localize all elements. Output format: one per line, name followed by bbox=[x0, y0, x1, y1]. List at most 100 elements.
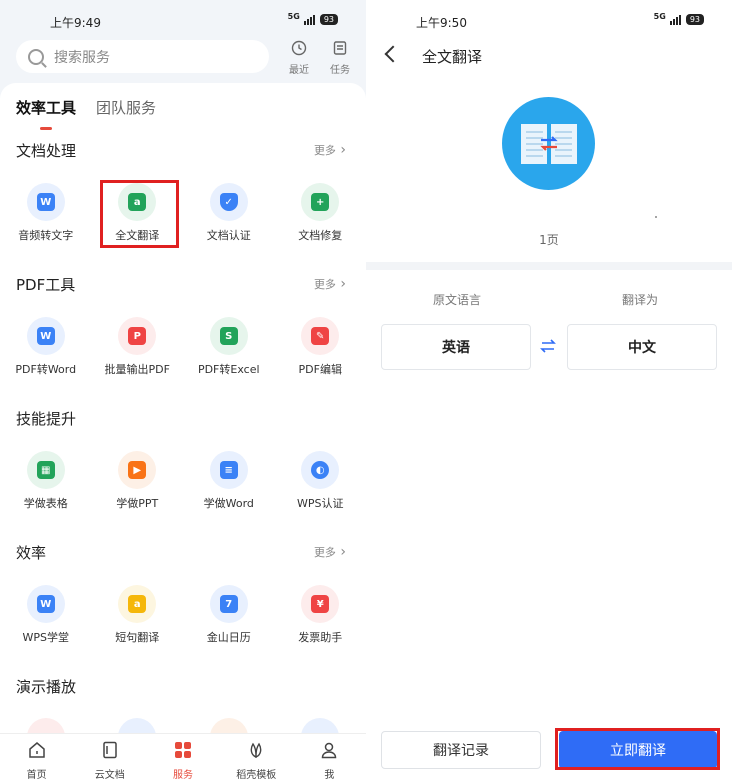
status-indicators: 5G 93 bbox=[288, 12, 338, 25]
section-grid-doc: W 音频转文字 a 全文翻译 ✓ 文档认证 + 文档修复 bbox=[0, 183, 366, 243]
signal-icon bbox=[669, 14, 681, 25]
partial-item[interactable] bbox=[183, 718, 275, 733]
partial-blue-icon bbox=[301, 718, 340, 733]
pdf-edit-icon: ✎ bbox=[301, 317, 340, 355]
service-pdf-edit[interactable]: ✎ PDF编辑 bbox=[275, 317, 367, 377]
tasks-label: 任务 bbox=[330, 65, 350, 76]
search-input[interactable]: 搜索服务 bbox=[16, 40, 269, 73]
service-label: 文档修复 bbox=[298, 229, 343, 242]
short-translate-icon: a bbox=[118, 585, 157, 623]
swap-languages-icon[interactable] bbox=[539, 338, 557, 354]
service-doc-certify[interactable]: ✓ 文档认证 bbox=[183, 183, 275, 243]
partial-item[interactable] bbox=[0, 718, 92, 733]
service-batch-pdf[interactable]: P 批量输出PDF bbox=[92, 317, 184, 377]
back-button[interactable] bbox=[384, 44, 396, 64]
services-card: 效率工具 团队服务 文档处理 更多 W 音频转文字 a 全文翻译 ✓ 文档认证 … bbox=[0, 83, 366, 733]
service-invoice[interactable]: ¥ 发票助手 bbox=[275, 585, 367, 645]
target-language-label: 翻译为 bbox=[622, 293, 659, 307]
partial-blue-icon bbox=[118, 718, 157, 733]
audio-to-text-icon: W bbox=[26, 183, 65, 221]
search-icon bbox=[28, 48, 44, 65]
service-learn-word[interactable]: ≡ 学做Word bbox=[183, 451, 275, 511]
service-audio-to-text[interactable]: W 音频转文字 bbox=[0, 183, 92, 243]
decorative-dot bbox=[655, 216, 657, 218]
tasks-button[interactable]: 任务 bbox=[323, 40, 357, 76]
section-grid-pdf: W PDF转Word P 批量输出PDF S PDF转Excel ✎ PDF编辑 bbox=[0, 317, 366, 377]
status-time: 上午9:50 bbox=[416, 16, 467, 30]
service-learn-sheet[interactable]: ▦ 学做表格 bbox=[0, 451, 92, 511]
service-short-translate[interactable]: a 短句翻译 bbox=[92, 585, 184, 645]
nav-services[interactable]: 服务 bbox=[146, 734, 219, 784]
section-title-skills: 技能提升 bbox=[16, 410, 77, 428]
services-icon bbox=[175, 742, 191, 758]
more-link-efficiency[interactable]: 更多 bbox=[314, 544, 346, 560]
status-bar: 上午9:49 5G 93 bbox=[0, 0, 366, 36]
service-label: PDF编辑 bbox=[298, 363, 342, 376]
more-link-pdf[interactable]: 更多 bbox=[314, 276, 346, 292]
service-label: 学做表格 bbox=[23, 497, 68, 510]
nav-cloud-doc[interactable]: 云文档 bbox=[73, 734, 146, 784]
doc-certify-icon: ✓ bbox=[209, 183, 248, 221]
nav-label: 服务 bbox=[173, 770, 193, 781]
learn-ppt-icon: ▶ bbox=[118, 451, 157, 489]
network-label: 5G bbox=[653, 12, 666, 21]
highlight-translate-now bbox=[555, 728, 720, 770]
service-label: 学做PPT bbox=[116, 497, 159, 510]
profile-icon bbox=[322, 742, 337, 759]
tab-efficiency-tools[interactable]: 效率工具 bbox=[16, 97, 76, 130]
doc-repair-icon: + bbox=[301, 183, 340, 221]
cloud-doc-icon bbox=[103, 741, 117, 759]
nav-templates[interactable]: 稻壳模板 bbox=[220, 734, 293, 784]
tab-team-services[interactable]: 团队服务 bbox=[96, 97, 156, 118]
service-label: WPS认证 bbox=[297, 497, 344, 510]
section-title-pdf: PDF工具 bbox=[16, 276, 76, 294]
learn-sheet-icon: ▦ bbox=[26, 451, 65, 489]
clock-icon bbox=[291, 40, 307, 56]
bottom-nav: 首页 云文档 服务 稻壳模板 我 bbox=[0, 733, 366, 784]
section-grid-skills: ▦ 学做表格 ▶ 学做PPT ≡ 学做Word ◐ WPS认证 bbox=[0, 451, 366, 511]
recent-button[interactable]: 最近 bbox=[282, 40, 316, 76]
service-label: 金山日历 bbox=[206, 631, 251, 644]
status-bar: 上午9:50 5G 93 bbox=[366, 0, 732, 36]
service-learn-ppt[interactable]: ▶ 学做PPT bbox=[92, 451, 184, 511]
book-translate-icon bbox=[520, 123, 577, 164]
service-wps-school[interactable]: W WPS学堂 bbox=[0, 585, 92, 645]
battery-icon: 93 bbox=[319, 14, 338, 25]
page-title: 全文翻译 bbox=[422, 48, 483, 66]
template-icon bbox=[250, 742, 262, 759]
target-language-select[interactable]: 中文 bbox=[567, 324, 717, 370]
home-icon bbox=[28, 742, 45, 758]
learn-word-icon: ≡ bbox=[209, 451, 248, 489]
service-doc-repair[interactable]: + 文档修复 bbox=[275, 183, 367, 243]
service-wps-cert[interactable]: ◐ WPS认证 bbox=[275, 451, 367, 511]
service-pdf-to-excel[interactable]: S PDF转Excel bbox=[183, 317, 275, 377]
section-title-efficiency: 效率 bbox=[16, 544, 47, 562]
translation-history-button[interactable]: 翻译记录 bbox=[381, 731, 541, 769]
task-icon bbox=[333, 41, 347, 55]
nav-profile[interactable]: 我 bbox=[293, 734, 366, 784]
partial-red-icon bbox=[26, 718, 65, 733]
service-label: 批量输出PDF bbox=[104, 363, 170, 376]
status-indicators: 5G 93 bbox=[653, 12, 704, 25]
signal-icon bbox=[303, 14, 315, 25]
services-screen: 上午9:49 5G 93 搜索服务 最近 任务 效率工具 团队服务 文档处理 更… bbox=[0, 0, 366, 784]
service-pdf-to-word[interactable]: W PDF转Word bbox=[0, 317, 92, 377]
batch-pdf-icon: P bbox=[118, 317, 157, 355]
highlight-full-translate bbox=[100, 180, 179, 248]
service-tabs: 效率工具 团队服务 bbox=[16, 97, 156, 130]
more-link-doc[interactable]: 更多 bbox=[314, 142, 346, 158]
source-language-label: 原文语言 bbox=[433, 293, 482, 307]
calendar-icon: 7 bbox=[209, 585, 248, 623]
page-count: 1页 bbox=[539, 233, 559, 247]
translate-screen: 上午9:50 5G 93 全文翻译 1页 原文语言 翻译为 英语 中文 翻译记录… bbox=[366, 0, 732, 784]
partial-item[interactable] bbox=[275, 718, 367, 733]
service-label: 短句翻译 bbox=[115, 631, 160, 644]
search-placeholder: 搜索服务 bbox=[54, 49, 110, 66]
partial-orange-icon bbox=[209, 718, 248, 733]
source-language-select[interactable]: 英语 bbox=[381, 324, 531, 370]
battery-icon: 93 bbox=[685, 14, 704, 25]
service-label: PDF转Excel bbox=[197, 363, 260, 376]
service-calendar[interactable]: 7 金山日历 bbox=[183, 585, 275, 645]
nav-home[interactable]: 首页 bbox=[0, 734, 73, 784]
partial-item[interactable] bbox=[92, 718, 184, 733]
